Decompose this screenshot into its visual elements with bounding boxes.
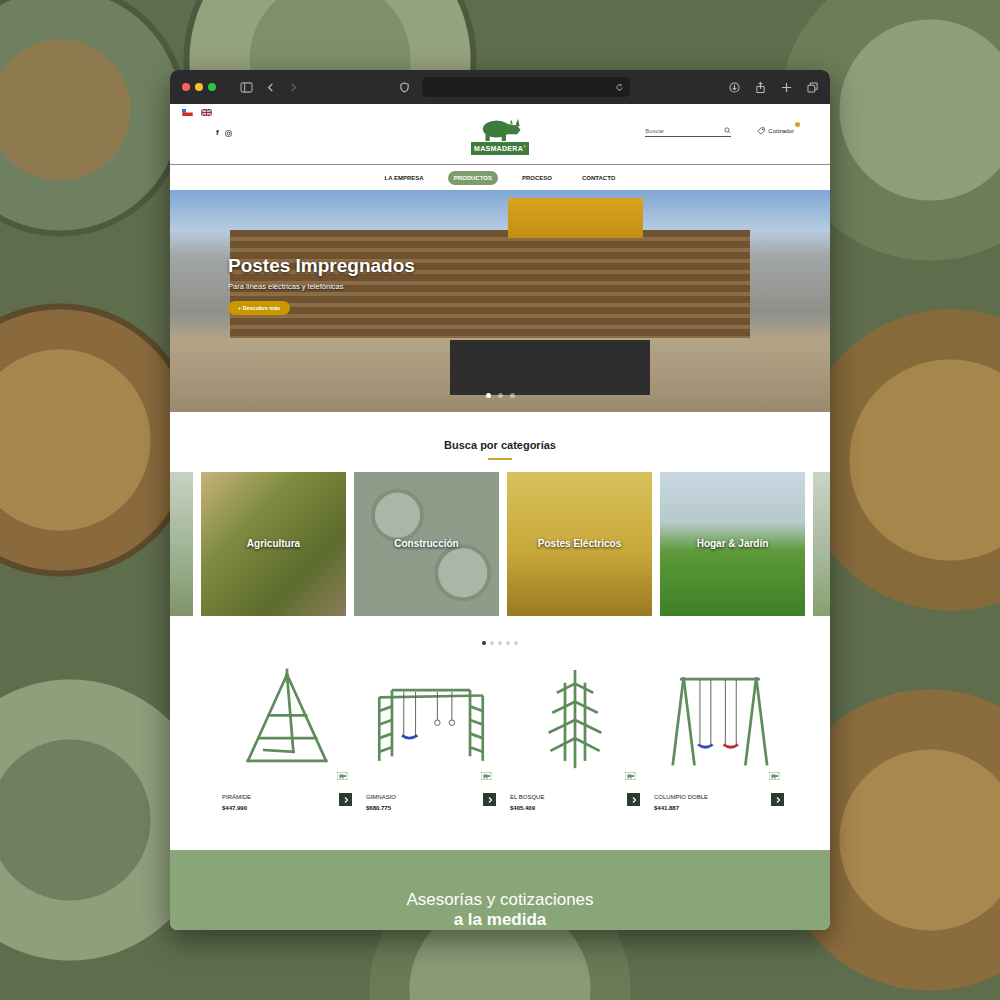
rhino-badge-icon (337, 772, 348, 780)
shield-icon (399, 82, 410, 93)
search-input[interactable] (645, 128, 724, 134)
product-name: GIMNASIO (366, 793, 396, 801)
product-grid: PIRÁMIDE $447.990 GIMNASIO $680.775 EL BOSQU… (170, 660, 830, 850)
back-icon[interactable] (265, 82, 276, 93)
category-carousel: AgriculturaConstrucciónPostes Eléctricos… (170, 472, 830, 616)
tag-icon (757, 127, 765, 135)
hero-subtitle: Para líneas eléctricas y telefónicas (228, 282, 343, 292)
product-card[interactable]: COLUMPIO DOBLE $441.887 (654, 660, 784, 850)
product-card[interactable]: EL BOSQUE $405.409 (510, 660, 640, 850)
product-name: EL BOSQUE (510, 793, 544, 801)
double-swing-icon (660, 666, 778, 774)
product-price: $405.409 (510, 804, 544, 812)
zoom-button[interactable] (208, 83, 216, 91)
facebook-link[interactable]: f (216, 128, 219, 138)
category-card[interactable]: Hogar & Jardín (660, 472, 805, 616)
website: f MASMADERA® Cotizador LA EMPRESA PRODUCTOS P… (170, 104, 830, 930)
browser-toolbar (170, 70, 830, 104)
tabs-overview-icon[interactable] (807, 82, 818, 93)
category-pager (170, 616, 830, 660)
hero-banner: Postes Impregnados Para líneas eléctricas… (170, 190, 830, 412)
log-background: f MASMADERA® Cotizador LA EMPRESA PRODUCTOS P… (0, 0, 1000, 1000)
chevron-right-icon (630, 796, 638, 804)
forward-icon[interactable] (288, 82, 299, 93)
quote-cart[interactable]: Cotizador (757, 127, 798, 135)
advice-banner: Asesorías y cotizacionesa la medida (170, 850, 830, 930)
site-header: f MASMADERA® Cotizador (170, 104, 830, 165)
chevron-right-icon (774, 796, 782, 804)
chile-flag-icon[interactable] (182, 109, 193, 116)
language-switch (182, 109, 471, 116)
social-links: f (182, 128, 471, 138)
nav-item[interactable]: PRODUCTOS (448, 171, 498, 185)
close-button[interactable] (182, 83, 190, 91)
product-open-button[interactable] (627, 793, 640, 806)
search-icon[interactable] (724, 127, 731, 134)
rhino-logo-icon (477, 117, 523, 141)
instagram-icon[interactable] (225, 130, 232, 137)
chevron-right-icon (342, 796, 350, 804)
cart-badge (795, 122, 800, 127)
nav-item[interactable]: LA EMPRESA (379, 171, 430, 185)
rhino-badge-icon (625, 772, 636, 780)
slide-dot[interactable] (498, 393, 503, 398)
nav-item[interactable]: PROCESO (516, 171, 558, 185)
product-price: $680.775 (366, 804, 396, 812)
product-name: COLUMPIO DOBLE (654, 793, 708, 801)
pager-dot[interactable] (498, 641, 502, 645)
pyramid-icon (237, 666, 337, 774)
pager-dot[interactable] (482, 641, 486, 645)
main-nav: LA EMPRESA PRODUCTOS PROCESO CONTACTO (170, 165, 830, 190)
discover-button[interactable]: + Descubre más (228, 301, 290, 315)
product-card[interactable]: GIMNASIO $680.775 (366, 660, 496, 850)
rhino-badge-icon (481, 772, 492, 780)
pager-dot[interactable] (490, 641, 494, 645)
sidebar-icon[interactable] (240, 82, 253, 93)
slide-dot[interactable] (486, 393, 491, 398)
product-open-button[interactable] (771, 793, 784, 806)
search-field (645, 127, 731, 137)
product-price: $447.990 (222, 804, 251, 812)
slide-dots (170, 393, 830, 398)
share-icon[interactable] (755, 82, 766, 93)
category-card[interactable]: Agricultura (201, 472, 346, 616)
minimize-button[interactable] (195, 83, 203, 91)
product-name: PIRÁMIDE (222, 793, 251, 801)
tree-structure-icon (525, 666, 625, 774)
pager-dot[interactable] (514, 641, 518, 645)
category-card-partial[interactable] (813, 472, 830, 616)
category-card[interactable]: Construcción (354, 472, 499, 616)
product-open-button[interactable] (483, 793, 496, 806)
slide-dot[interactable] (510, 393, 515, 398)
site-logo[interactable]: MASMADERA® (471, 117, 529, 164)
category-card[interactable]: Postes Eléctricos (507, 472, 652, 616)
uk-flag-icon[interactable] (201, 109, 212, 116)
banner-subtitle: a la medida (170, 910, 830, 930)
gym-icon (372, 666, 490, 774)
nav-item[interactable]: CONTACTO (576, 171, 621, 185)
banner-title: Asesorías y cotizaciones (170, 890, 830, 910)
categories-heading: Busca por categorías (170, 412, 830, 472)
new-tab-icon[interactable] (781, 82, 792, 93)
address-bar[interactable] (422, 77, 630, 97)
logo-wordmark: MASMADERA® (471, 142, 529, 155)
pager-dot[interactable] (506, 641, 510, 645)
reload-icon[interactable] (615, 83, 624, 92)
chevron-right-icon (486, 796, 494, 804)
download-icon[interactable] (729, 82, 740, 93)
browser-window: f MASMADERA® Cotizador LA EMPRESA PRODUCTOS P… (170, 70, 830, 930)
window-controls (182, 83, 216, 91)
product-open-button[interactable] (339, 793, 352, 806)
product-card[interactable]: PIRÁMIDE $447.990 (222, 660, 352, 850)
rhino-badge-icon (769, 772, 780, 780)
product-price: $441.887 (654, 804, 708, 812)
hero-title: Postes Impregnados (228, 254, 415, 277)
category-card-partial[interactable] (170, 472, 193, 616)
